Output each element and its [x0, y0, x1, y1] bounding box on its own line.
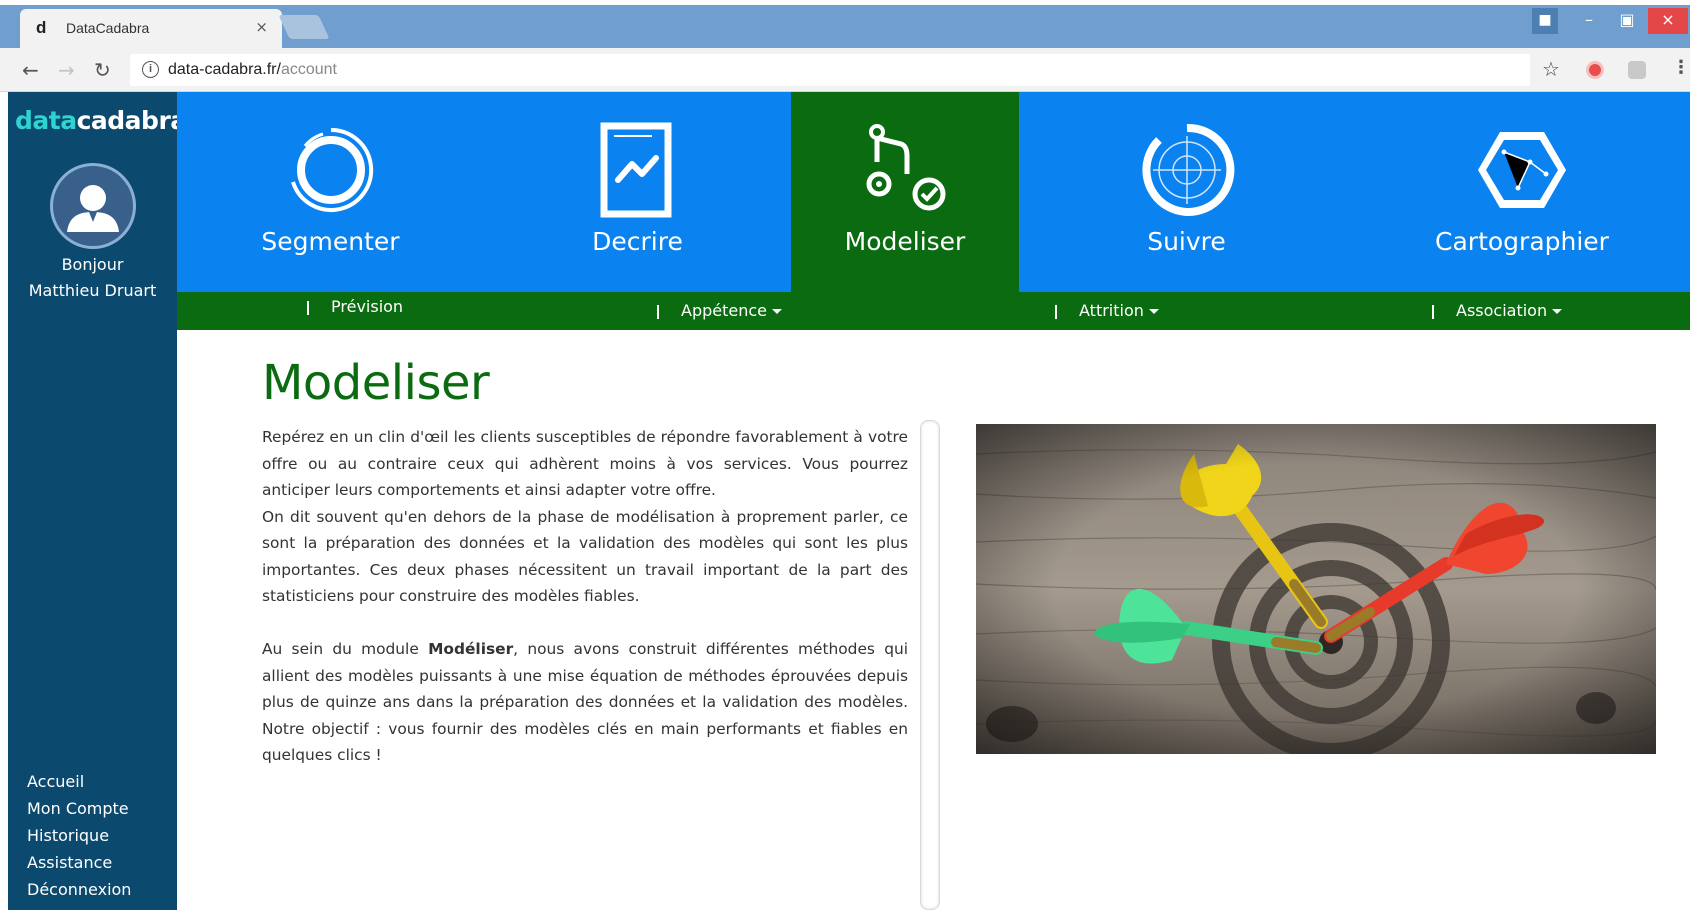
- url-text: data-cadabra.fr/account: [168, 61, 337, 79]
- avatar: [50, 163, 136, 249]
- bookmark-star-icon[interactable]: ☆: [1542, 57, 1560, 81]
- reload-icon[interactable]: ↻: [94, 58, 111, 82]
- darts-target-image: [976, 424, 1656, 754]
- paragraph-module-start: Au sein du module: [262, 640, 429, 658]
- subnav-divider: [1432, 304, 1434, 319]
- subnav-divider: [657, 304, 659, 319]
- subnav-label-attrition: Attrition: [1079, 301, 1144, 320]
- module-label-cartographier: Cartographier: [1435, 227, 1609, 256]
- address-bar[interactable]: i data-cadabra.fr/account: [130, 54, 1530, 86]
- back-icon[interactable]: ←: [22, 58, 39, 82]
- close-window-icon[interactable]: ×: [1648, 8, 1688, 34]
- radar-icon: [1141, 123, 1234, 216]
- browser-toolbar: ← → ↻ i data-cadabra.fr/account ☆ ⋮: [0, 48, 1690, 92]
- subnav-label-association: Association: [1456, 301, 1548, 320]
- module-label-modeliser: Modeliser: [844, 227, 966, 256]
- module-name-bold: Modéliser: [428, 640, 514, 658]
- browser-menu-icon[interactable]: ⋮: [1672, 57, 1690, 78]
- module-suivre[interactable]: Suivre: [1019, 92, 1354, 292]
- stethoscope-icon: [866, 124, 946, 211]
- caret-down-icon: [772, 309, 782, 314]
- sidebar-link-assistance[interactable]: Assistance: [27, 849, 131, 876]
- text-scrollbar[interactable]: [920, 420, 940, 910]
- paragraph-intro: Repérez en un clin d'œil les clients sus…: [262, 428, 908, 499]
- extension-gray-icon[interactable]: [1628, 61, 1646, 79]
- site-info-icon[interactable]: i: [142, 61, 159, 78]
- module-cartographier[interactable]: Cartographier: [1354, 92, 1690, 292]
- paragraph-module-end: , nous avons construit différentes métho…: [262, 640, 908, 764]
- subnav-divider: [307, 300, 309, 315]
- hexagon-map-icon: [1478, 132, 1566, 208]
- module-modeliser[interactable]: Modeliser: [791, 92, 1019, 292]
- darts-illustration: [976, 424, 1656, 754]
- brand-logo[interactable]: datacadabra: [15, 106, 187, 135]
- tab-title: DataCadabra: [66, 20, 150, 36]
- maximize-icon[interactable]: ▣: [1610, 8, 1644, 34]
- module-decrire[interactable]: Decrire: [484, 92, 791, 292]
- browser-tab[interactable]: d DataCadabra ×: [20, 9, 282, 48]
- subnav-prevision[interactable]: Prévision: [307, 297, 403, 316]
- caret-down-icon: [1148, 309, 1159, 314]
- user-greeting: Bonjour Matthieu Druart: [8, 252, 177, 304]
- subnav-divider: [1055, 304, 1057, 319]
- sidebar-link-accueil[interactable]: Accueil: [27, 768, 131, 795]
- url-host: data-cadabra.fr/: [168, 61, 281, 78]
- sidebar-links: Accueil Mon Compte Historique Assistance…: [27, 768, 131, 903]
- sidebar-link-historique[interactable]: Historique: [27, 822, 131, 849]
- favicon-icon: d: [36, 18, 47, 37]
- user-silhouette-icon: [67, 185, 119, 232]
- module-segmenter[interactable]: Segmenter: [177, 92, 484, 292]
- extension-red-icon[interactable]: [1586, 61, 1604, 79]
- browser-titlebar: d DataCadabra × ■ – ▣ ×: [0, 0, 1690, 48]
- forward-icon[interactable]: →: [58, 58, 75, 82]
- paragraph-modelling: On dit souvent qu'en dehors de la phase …: [262, 507, 908, 606]
- sub-navigation: Prévision Appétence Attrition Associatio…: [177, 292, 1690, 330]
- document-chart-icon: [600, 122, 671, 218]
- brand-part-cadabra: cadabra: [76, 106, 188, 135]
- subnav-label-prevision: Prévision: [331, 297, 404, 316]
- url-path: account: [280, 61, 337, 78]
- module-tiles: Segmenter Decrire Modeliser Suivre Carto…: [177, 92, 1690, 292]
- minimize-icon[interactable]: –: [1572, 8, 1606, 34]
- sidebar-link-mon-compte[interactable]: Mon Compte: [27, 795, 131, 822]
- user-name: Matthieu Druart: [28, 281, 157, 300]
- module-label-segmenter: Segmenter: [261, 227, 400, 256]
- module-label-suivre: Suivre: [1147, 227, 1226, 256]
- subnav-attrition[interactable]: Attrition: [1055, 301, 1159, 320]
- subnav-appetence[interactable]: Appétence: [657, 301, 782, 320]
- module-label-decrire: Decrire: [592, 227, 683, 256]
- paragraph-module: Au sein du module Modéliser, nous avons …: [262, 636, 908, 769]
- subnav-label-appetence: Appétence: [681, 301, 767, 320]
- subnav-association[interactable]: Association: [1432, 301, 1563, 320]
- ring-icon: [290, 127, 373, 212]
- brand-part-data: data: [15, 106, 77, 135]
- caret-down-icon: [1552, 309, 1563, 314]
- sidebar: datacadabra Bonjour Matthieu Druart Accu…: [8, 92, 187, 910]
- user-profile-icon[interactable]: ■: [1532, 8, 1558, 34]
- description-text: Repérez en un clin d'œil les clients sus…: [262, 424, 908, 769]
- sidebar-link-deconnexion[interactable]: Déconnexion: [27, 876, 131, 903]
- greeting-hello: Bonjour: [61, 255, 124, 274]
- page-title: Modeliser: [262, 355, 490, 411]
- tab-close-icon[interactable]: ×: [255, 18, 268, 36]
